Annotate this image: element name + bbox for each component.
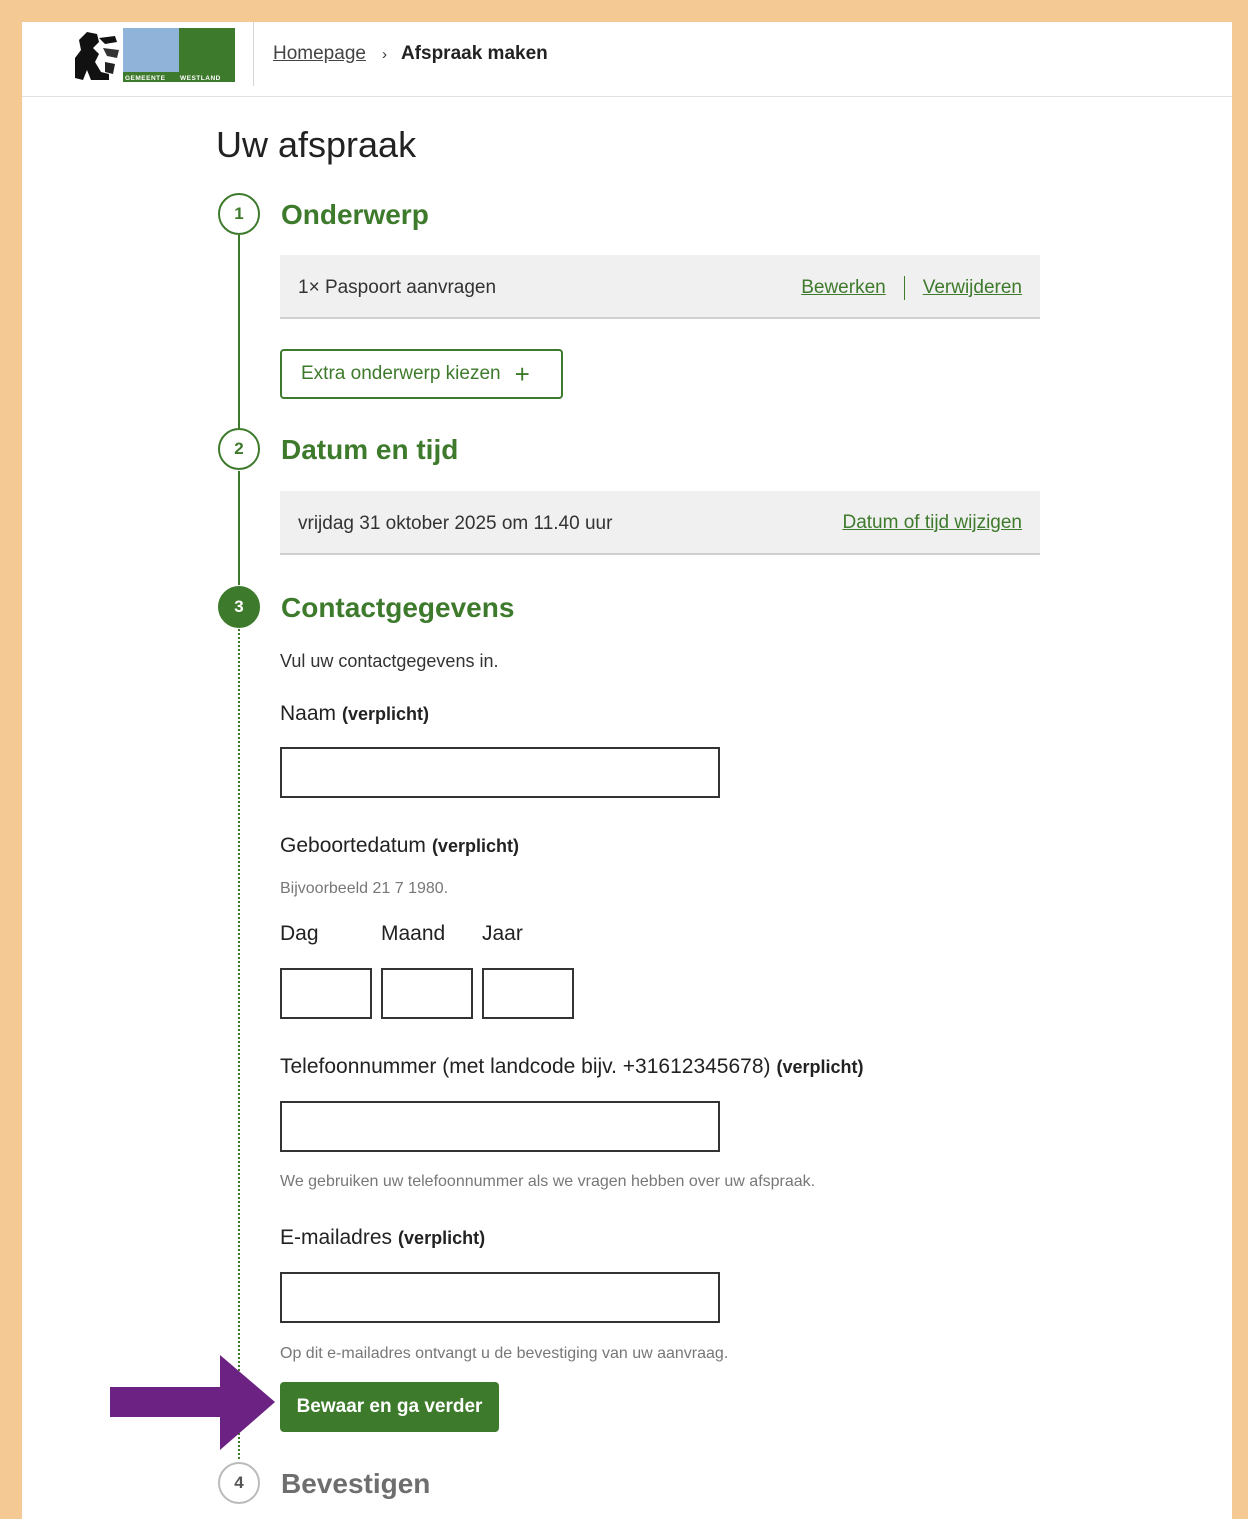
datum-value: vrijdag 31 oktober 2025 om 11.40 uur: [298, 513, 613, 534]
maand-label: Maand: [381, 922, 446, 945]
step-4-indicator: 4: [218, 1462, 260, 1504]
maand-input[interactable]: [381, 968, 473, 1019]
naam-required: (verplicht): [342, 704, 430, 724]
svg-text:GEMEENTE: GEMEENTE: [125, 75, 166, 82]
telefoon-input[interactable]: [280, 1101, 720, 1152]
actions-divider: [903, 276, 905, 300]
datum-summary: vrijdag 31 oktober 2025 om 11.40 uur Dat…: [280, 491, 1040, 555]
geboortedatum-label-text: Geboortedatum: [280, 834, 426, 857]
step-3-indicator: 3: [218, 586, 260, 628]
step-1-indicator: 1: [218, 193, 260, 235]
datum-actions: Datum of tijd wijzigen: [842, 512, 1022, 534]
onderwerp-item: 1× Paspoort aanvragen: [298, 277, 497, 298]
breadcrumb-home-link[interactable]: Homepage: [273, 43, 366, 65]
edit-link[interactable]: Bewerken: [801, 277, 886, 299]
add-subject-button[interactable]: Extra onderwerp kiezen +: [280, 349, 563, 399]
step-connector-3: [238, 629, 240, 1459]
add-subject-label: Extra onderwerp kiezen: [301, 363, 501, 384]
step-connector-1: [238, 235, 240, 449]
breadcrumb-current: Afspraak maken: [400, 43, 548, 64]
gemeente-westland-logo[interactable]: GEMEENTE WESTLAND: [69, 28, 235, 82]
geboortedatum-hint: Bijvoorbeeld 21 7 1980.: [280, 880, 449, 897]
jaar-label: Jaar: [482, 922, 523, 945]
naam-input[interactable]: [280, 747, 720, 798]
email-label: E-mailadres (verplicht): [280, 1226, 485, 1250]
onderwerp-actions: Bewerken Verwijderen: [801, 276, 1022, 300]
step-1-title: Onderwerp: [281, 199, 429, 230]
step-4-title: Bevestigen: [281, 1468, 431, 1499]
plus-icon: +: [514, 359, 530, 389]
page: GEMEENTE WESTLAND Homepage › Afspraak ma…: [22, 22, 1232, 1519]
naam-label: Naam (verplicht): [280, 702, 429, 726]
breadcrumb-chevron-icon: ›: [381, 45, 387, 63]
change-date-link[interactable]: Datum of tijd wijzigen: [842, 512, 1022, 534]
email-input[interactable]: [280, 1272, 720, 1323]
annotation-arrow-icon: [110, 1355, 275, 1450]
site-header: GEMEENTE WESTLAND Homepage › Afspraak ma…: [22, 22, 1232, 97]
dag-input[interactable]: [280, 968, 372, 1019]
contact-intro: Vul uw contactgegevens in.: [280, 651, 499, 671]
step-connector-2: [238, 471, 240, 585]
onderwerp-summary: 1× Paspoort aanvragen Bewerken Verwijder…: [280, 255, 1040, 319]
telefoon-label-text: Telefoonnummer (met landcode bijv. +3161…: [280, 1055, 771, 1078]
geboortedatum-required: (verplicht): [431, 836, 519, 856]
delete-link[interactable]: Verwijderen: [923, 277, 1022, 299]
page-title: Uw afspraak: [216, 124, 417, 165]
step-3-title: Contactgegevens: [281, 592, 515, 623]
telefoon-required: (verplicht): [776, 1057, 864, 1077]
email-hint: Op dit e-mailadres ontvangt u de bevesti…: [280, 1345, 729, 1362]
header-divider: [253, 22, 254, 86]
telefoon-hint: We gebruiken uw telefoonnummer als we vr…: [280, 1173, 816, 1190]
naam-label-text: Naam: [280, 702, 337, 725]
email-label-text: E-mailadres: [280, 1226, 393, 1249]
svg-text:WESTLAND: WESTLAND: [180, 75, 221, 82]
jaar-input[interactable]: [482, 968, 574, 1019]
geboortedatum-label: Geboortedatum (verplicht): [280, 834, 519, 858]
step-2-title: Datum en tijd: [281, 434, 459, 465]
breadcrumb: Homepage › Afspraak maken: [273, 43, 548, 65]
telefoon-label: Telefoonnummer (met landcode bijv. +3161…: [280, 1055, 864, 1079]
save-continue-button[interactable]: Bewaar en ga verder: [280, 1382, 499, 1432]
step-2-indicator: 2: [218, 428, 260, 470]
dag-label: Dag: [280, 922, 319, 945]
email-required: (verplicht): [398, 1228, 486, 1248]
